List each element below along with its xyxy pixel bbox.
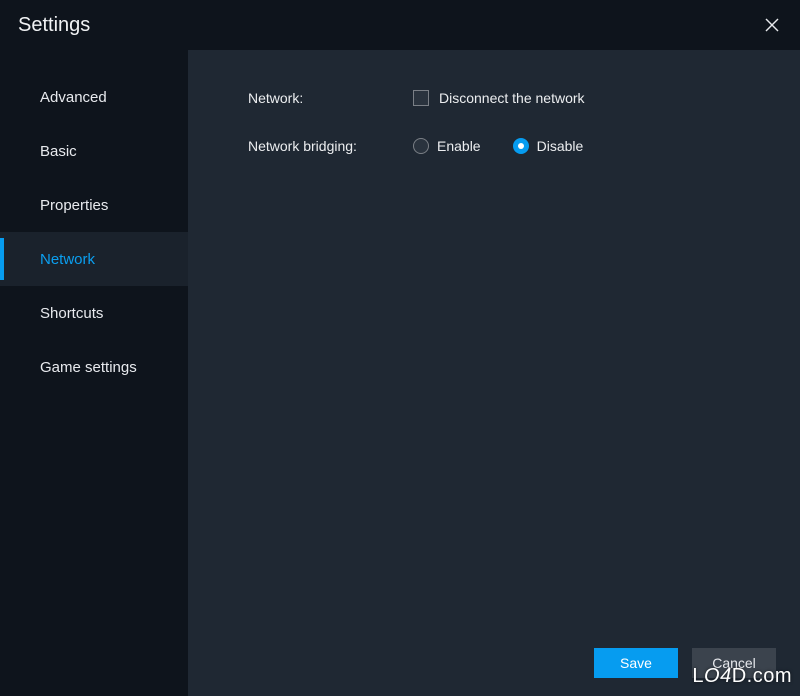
sidebar-item-label: Properties — [40, 197, 108, 214]
sidebar-item-label: Game settings — [40, 359, 137, 376]
label-network-bridging: Network bridging: — [248, 138, 413, 154]
radio-group-bridging: Enable Disable — [413, 138, 583, 154]
close-icon[interactable] — [762, 15, 782, 35]
sidebar-item-label: Advanced — [40, 89, 107, 106]
row-network: Network: Disconnect the network — [248, 90, 760, 106]
sidebar-item-game-settings[interactable]: Game settings — [0, 340, 188, 394]
sidebar: Advanced Basic Properties Network Shortc… — [0, 50, 188, 696]
body: Advanced Basic Properties Network Shortc… — [0, 50, 800, 696]
settings-window: Settings Advanced Basic Properties Netwo… — [0, 0, 800, 696]
button-bar: Save Cancel — [594, 648, 776, 678]
content-panel: Network: Disconnect the network Network … — [188, 50, 800, 696]
row-network-bridging: Network bridging: Enable Disable — [248, 138, 760, 154]
label-disconnect-network: Disconnect the network — [439, 90, 585, 106]
sidebar-item-label: Basic — [40, 143, 77, 160]
sidebar-item-shortcuts[interactable]: Shortcuts — [0, 286, 188, 340]
radio-option-enable[interactable]: Enable — [413, 138, 481, 154]
window-title: Settings — [18, 14, 90, 37]
save-button[interactable]: Save — [594, 648, 678, 678]
titlebar: Settings — [0, 0, 800, 50]
cancel-button[interactable]: Cancel — [692, 648, 776, 678]
radio-disable[interactable] — [513, 138, 529, 154]
radio-label-enable: Enable — [437, 138, 481, 154]
checkbox-disconnect-network[interactable] — [413, 90, 429, 106]
radio-option-disable[interactable]: Disable — [513, 138, 584, 154]
sidebar-item-advanced[interactable]: Advanced — [0, 70, 188, 124]
sidebar-item-label: Network — [40, 251, 95, 268]
radio-label-disable: Disable — [537, 138, 584, 154]
label-network: Network: — [248, 90, 413, 106]
sidebar-item-label: Shortcuts — [40, 305, 103, 322]
radio-enable[interactable] — [413, 138, 429, 154]
sidebar-item-properties[interactable]: Properties — [0, 178, 188, 232]
sidebar-item-basic[interactable]: Basic — [0, 124, 188, 178]
sidebar-item-network[interactable]: Network — [0, 232, 188, 286]
